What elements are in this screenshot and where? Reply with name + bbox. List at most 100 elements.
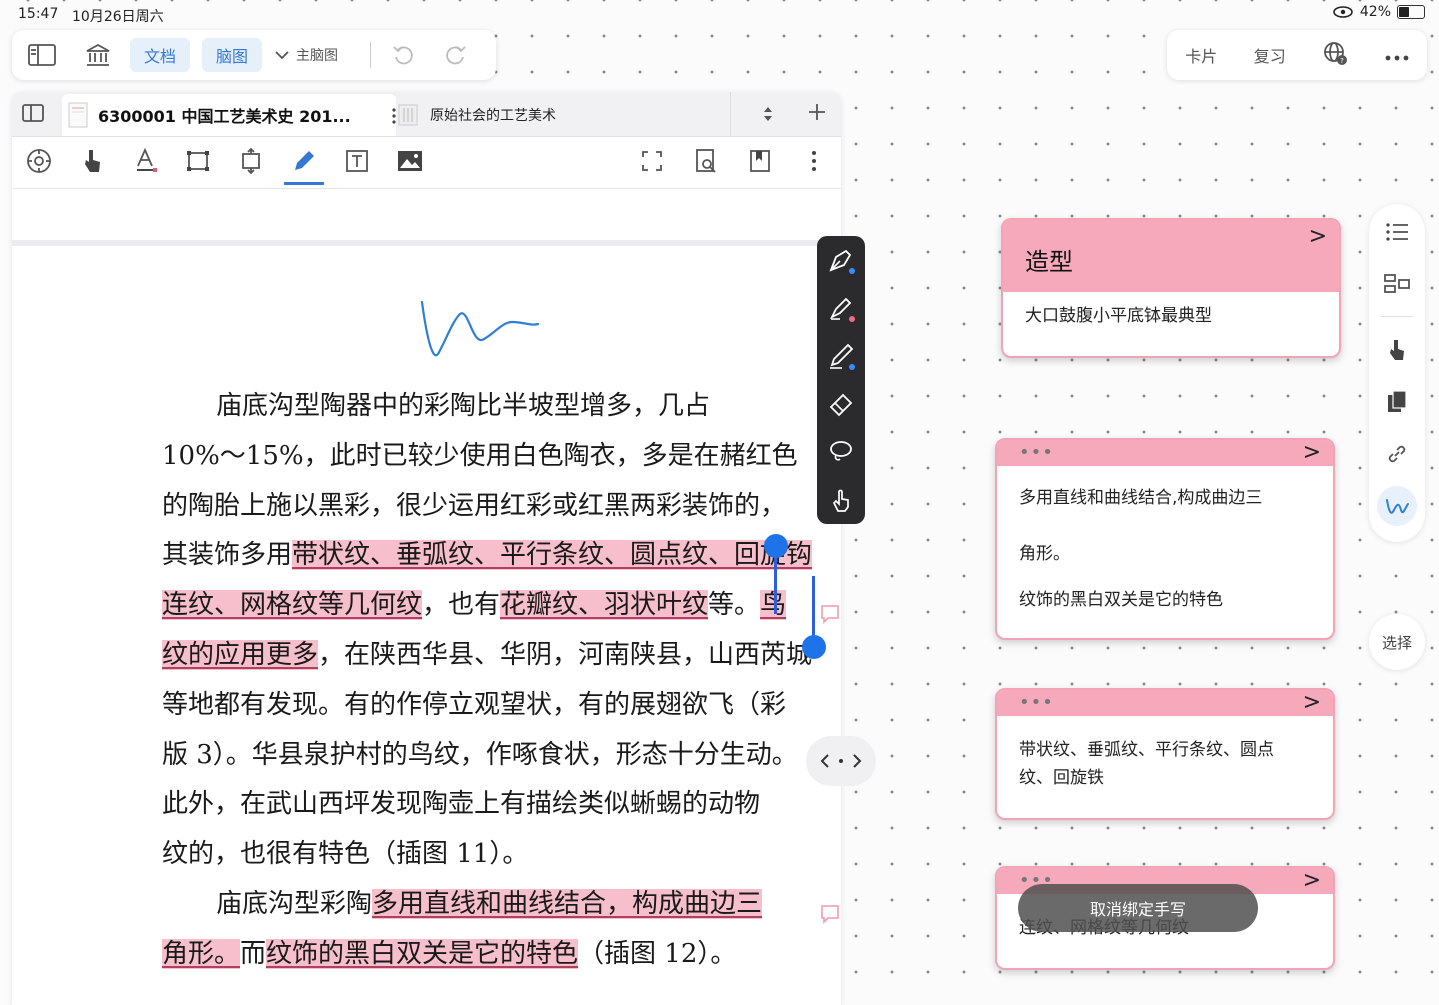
plus-icon: [809, 104, 825, 120]
top-left-toolbar: 文档 脑图 主脑图: [12, 30, 496, 80]
right-tool-rail: [1369, 204, 1425, 542]
mindmap-card[interactable]: 造型 > 大口鼓腹小平底钵最典型: [1001, 218, 1341, 358]
handwriting-squiggle-icon: [1386, 499, 1409, 514]
lasso-button[interactable]: [825, 436, 857, 468]
card-body: 多用直线和曲线结合,构成曲边三 角形。 纹饰的黑白双关是它的特色: [997, 484, 1333, 614]
tab-sort-button[interactable]: [762, 104, 774, 128]
library-button[interactable]: [72, 38, 124, 72]
chevron-right-icon[interactable]: >: [1309, 224, 1327, 249]
more-button[interactable]: [1385, 46, 1409, 65]
more-dots-icon: [1385, 55, 1409, 60]
web-help-button[interactable]: ?: [1322, 40, 1348, 70]
doc-tab-button[interactable]: 文档: [130, 38, 191, 72]
doc-more-button[interactable]: [799, 146, 829, 176]
text-line: 此外，在武山西坪发现陶壶上有描绘类似蜥蜴的动物: [162, 789, 761, 820]
card-line: 多用直线和曲线结合,构成曲边三: [1019, 488, 1263, 508]
sort-arrows-icon: [764, 107, 772, 121]
highlight-annotation[interactable]: 角形。: [162, 938, 241, 969]
textbox-tool-button[interactable]: [342, 146, 372, 176]
chevron-right-icon[interactable]: >: [1303, 868, 1321, 893]
hand-pointer-icon: [1390, 340, 1404, 360]
redo-button[interactable]: [431, 38, 481, 72]
highlight-annotation[interactable]: 带状纹、垂弧纹、平行条纹、圆点纹、回旋钩: [292, 540, 813, 571]
resize-tool-button[interactable]: [236, 146, 266, 176]
highlight-annotation[interactable]: 多用直线和曲线结合，构成曲边三: [372, 888, 763, 919]
document-panel: 6300001 中国工艺美术史 201... 原始社会的工艺美术 庙底沟型陶器中…: [12, 92, 841, 1005]
image-tool-button[interactable]: [395, 146, 425, 176]
list-icon: [1386, 223, 1408, 241]
highlight-annotation[interactable]: 纹饰的黑白双关是它的特色: [266, 938, 579, 969]
text-line: 等地都有发现。有的作停立观望状，有的展翅欲飞（彩: [162, 689, 787, 720]
outline-button[interactable]: [1383, 218, 1411, 246]
review-button[interactable]: 复习: [1254, 43, 1286, 67]
battery-percent: 42%: [1359, 4, 1391, 20]
sidebar-toggle-button[interactable]: [12, 38, 72, 72]
highlight-annotation[interactable]: 花瓣纹、羽状叶纹: [500, 590, 709, 621]
layout-button[interactable]: [1383, 270, 1411, 298]
highlighter-button[interactable]: [825, 292, 857, 324]
handwriting-bind-button[interactable]: [1377, 486, 1417, 526]
fountain-pen-button[interactable]: [825, 244, 857, 276]
card-title: 造型: [1025, 248, 1073, 276]
link-button[interactable]: [1383, 440, 1411, 468]
drag-handle-icon[interactable]: •••: [1019, 442, 1054, 463]
selection-handle-start[interactable]: [764, 534, 788, 558]
undo-icon: [393, 46, 413, 65]
main-map-label: 主脑图: [296, 48, 339, 64]
text-highlight-tool-button[interactable]: [130, 146, 160, 176]
document-tab-inactive[interactable]: 原始社会的工艺美术: [396, 94, 736, 136]
text-line: 其装饰多用带状纹、垂弧纹、平行条纹、圆点纹、回旋钩: [162, 531, 822, 581]
chevron-right-icon[interactable]: >: [1303, 690, 1321, 715]
bookmark-button[interactable]: [745, 146, 775, 176]
pen-tool-button[interactable]: [289, 146, 319, 176]
add-tab-button[interactable]: [808, 103, 826, 125]
text-line: 10%～15%，此时已较少使用白色陶衣，多是在赭红色: [162, 440, 798, 471]
hand-tool-button[interactable]: [77, 146, 107, 176]
mindmap-tab-button[interactable]: 脑图: [202, 38, 263, 72]
highlight-annotation[interactable]: 连纹、网格纹等几何纹: [162, 590, 423, 621]
pencil-button[interactable]: [825, 340, 857, 372]
text-line: 版 3）。华县泉护村的鸟纹，作啄食状，形态十分生动。: [162, 739, 798, 770]
highlight-annotation[interactable]: 纹的应用更多: [162, 639, 319, 670]
tab-divider: [730, 92, 731, 136]
handwriting-stroke[interactable]: [412, 292, 552, 362]
unbind-handwriting-toast[interactable]: 取消绑定手写: [1018, 884, 1258, 932]
finger-draw-button[interactable]: [825, 484, 857, 516]
split-view-button[interactable]: [22, 104, 44, 126]
chevron-down-icon: [275, 51, 289, 60]
rect-select-tool-button[interactable]: [183, 146, 213, 176]
fullscreen-button[interactable]: [637, 146, 667, 176]
document-tab-active[interactable]: 6300001 中国工艺美术史 201...: [62, 94, 396, 136]
cards-button[interactable]: 卡片: [1185, 43, 1217, 67]
comment-flag-icon[interactable]: [820, 604, 840, 624]
chevron-right-icon[interactable]: >: [1303, 440, 1321, 465]
comment-flag-icon[interactable]: [820, 904, 840, 924]
card-header: ••• >: [997, 440, 1333, 466]
eraser-button[interactable]: [825, 388, 857, 420]
document-tab-title-2: 原始社会的工艺美术: [430, 108, 556, 124]
hand-pointer-icon: [85, 150, 100, 172]
bookmark-icon: [750, 150, 770, 172]
page-nav-pill[interactable]: [806, 736, 876, 786]
select-button[interactable]: 选择: [1369, 614, 1425, 670]
mindmap-card[interactable]: ••• > 多用直线和曲线结合,构成曲边三 角形。 纹饰的黑白双关是它的特色: [995, 438, 1335, 640]
more-vertical-icon: [812, 151, 816, 171]
document-tab-bar: 6300001 中国工艺美术史 201... 原始社会的工艺美术: [12, 92, 841, 137]
prev-next-arrows-icon: [820, 754, 862, 768]
sync-tool-button[interactable]: [24, 146, 54, 176]
undo-button[interactable]: [375, 38, 431, 72]
text-line: 纹的，也很有特色（插图 11）。: [162, 839, 529, 870]
mindmap-card[interactable]: ••• > 带状纹、垂弧纹、平行条纹、圆点 纹、回旋铁: [995, 688, 1335, 820]
search-doc-button[interactable]: [691, 146, 721, 176]
battery-icon: [1397, 5, 1425, 19]
text-span: ，在陕西华县、华阴，河南陕县，山西芮城: [318, 639, 813, 670]
copy-button[interactable]: [1383, 388, 1411, 416]
selection-handle-end[interactable]: [802, 635, 826, 659]
text-span: 而: [240, 938, 267, 969]
text-box-icon: [346, 150, 368, 172]
card-line: 角形。: [1019, 544, 1070, 564]
main-map-dropdown[interactable]: 主脑图: [274, 38, 338, 72]
drag-handle-icon[interactable]: •••: [1019, 692, 1054, 713]
svg-text:?: ?: [1340, 57, 1344, 65]
hand-button[interactable]: [1383, 336, 1411, 364]
